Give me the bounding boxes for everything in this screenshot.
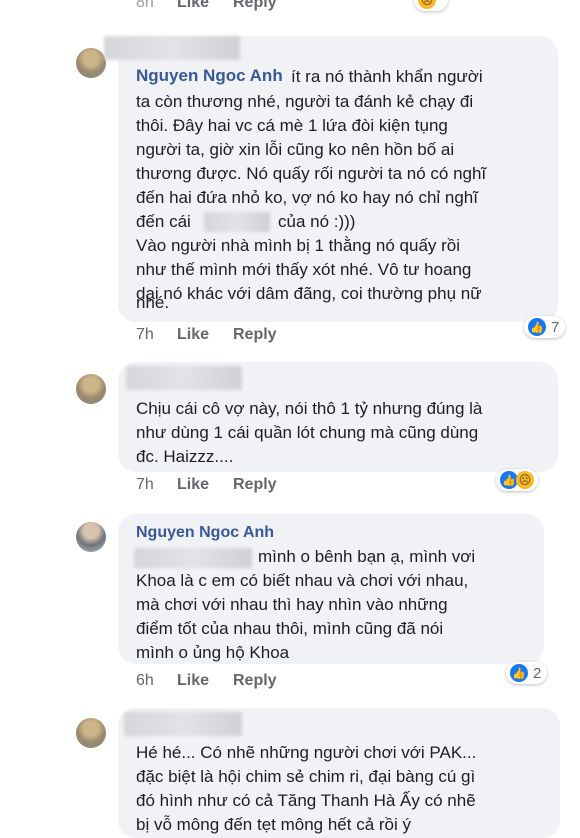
- like-link[interactable]: Like: [177, 672, 209, 690]
- commenter-name[interactable]: Nguyen Ngoc Anh: [136, 66, 283, 86]
- comment-text-line: đc. Haizzz....: [136, 447, 234, 466]
- comment-text-line: Khoa là c em có biết nhau và chơi với nh…: [136, 571, 469, 590]
- reaction-badge[interactable]: 👍 2: [506, 662, 548, 684]
- reaction-count: 2: [533, 664, 542, 682]
- reaction-badge[interactable]: 👍 ☹: [496, 469, 538, 491]
- like-link[interactable]: Like: [177, 476, 209, 494]
- avatar[interactable]: [76, 374, 106, 404]
- thumbs-up-icon: 👍: [510, 664, 528, 682]
- comment-text-line: Hé hé... Có nhẽ những người chơi với PAK…: [136, 743, 477, 762]
- reaction-badge[interactable]: 👍 7: [524, 316, 566, 338]
- comment-text-line: điểm tốt của nhau thôi, mình cũng đã nói: [136, 619, 444, 638]
- comment-text-line: như thế mình mới thấy xót nhé. Vô tư hoa…: [136, 260, 472, 279]
- comment-text-line: của nó :))): [278, 212, 356, 231]
- top-reaction-badge[interactable]: ☹: [414, 0, 448, 11]
- top-reply-link[interactable]: Reply: [233, 0, 277, 12]
- comment-text-line: mình o bênh bạn ạ, mình vơi: [258, 547, 476, 566]
- reaction-count: 7: [551, 318, 560, 336]
- comment-text-line: ít ra nó thành khẩn người: [291, 67, 483, 86]
- thumbs-up-icon: 👍: [528, 318, 546, 336]
- comment-text-line: đến hai đứa nhỏ ko, vợ nó ko hay nó chỉ …: [136, 188, 478, 207]
- redacted-word: [204, 212, 270, 232]
- comment-text-line: đến cái: [136, 212, 191, 231]
- comment-time[interactable]: 6h: [136, 672, 154, 690]
- comment-text-line: đó hình như có cả Tăng Thanh Hà Ấy có nh…: [136, 791, 476, 810]
- comment-text-line: thương được. Nó quấy rối người ta nó có …: [136, 164, 487, 183]
- comment-text-line: như dùng 1 cái quần lót chung mà cũng dù…: [136, 423, 479, 442]
- reply-link[interactable]: Reply: [233, 476, 277, 494]
- comment-text-line: đặc biệt là hội chim sẻ chim ri, đại bàn…: [136, 767, 476, 786]
- sad-face-icon: ☹: [418, 0, 436, 9]
- avatar[interactable]: [76, 522, 106, 552]
- redacted-name: [104, 36, 240, 60]
- avatar[interactable]: [76, 48, 106, 78]
- comment-time[interactable]: 7h: [136, 326, 154, 344]
- comment-text-line: Chịu cái cô vợ này, nói thô 1 tỷ nhưng đ…: [136, 399, 483, 418]
- comment-text-line: thôi. Đây hai vc cá mè 1 lứa đòi kiện tụ…: [136, 116, 448, 135]
- reply-link[interactable]: Reply: [233, 326, 277, 344]
- comment-text-line: Vào người nhà mình bị 1 thằng nó quấy rồ…: [136, 236, 461, 255]
- commenter-name[interactable]: Nguyen Ngoc Anh: [136, 524, 274, 542]
- redacted-name: [134, 548, 252, 568]
- reply-link[interactable]: Reply: [233, 672, 277, 690]
- top-like-link[interactable]: Like: [177, 0, 209, 12]
- sad-face-icon: ☹: [516, 471, 534, 489]
- comment-text-line: nhé.: [136, 293, 170, 312]
- comment-time[interactable]: 7h: [136, 476, 154, 494]
- redacted-name: [124, 712, 242, 736]
- comment-text-line: ta còn thương nhé, người ta đánh kẻ chạy…: [136, 92, 474, 111]
- comment-text-line: mình o ủng hộ Khoa: [136, 643, 290, 662]
- redacted-name: [126, 366, 242, 390]
- like-link[interactable]: Like: [177, 326, 209, 344]
- top-comment-time: 8h: [136, 0, 154, 11]
- comment-text-line: người ta, giờ xin lỗi cũng ko nên hồn bố…: [136, 140, 455, 159]
- comment-text-line: bị vỗ mông đến tẹt mông hết cả rồi ý: [136, 815, 411, 834]
- comment-text-line: dại nó khác với dâm đãng, coi thường phụ…: [136, 284, 482, 303]
- comment-text-line: mà chơi với nhau thì hay nhìn vào những: [136, 595, 448, 614]
- avatar[interactable]: [76, 718, 106, 748]
